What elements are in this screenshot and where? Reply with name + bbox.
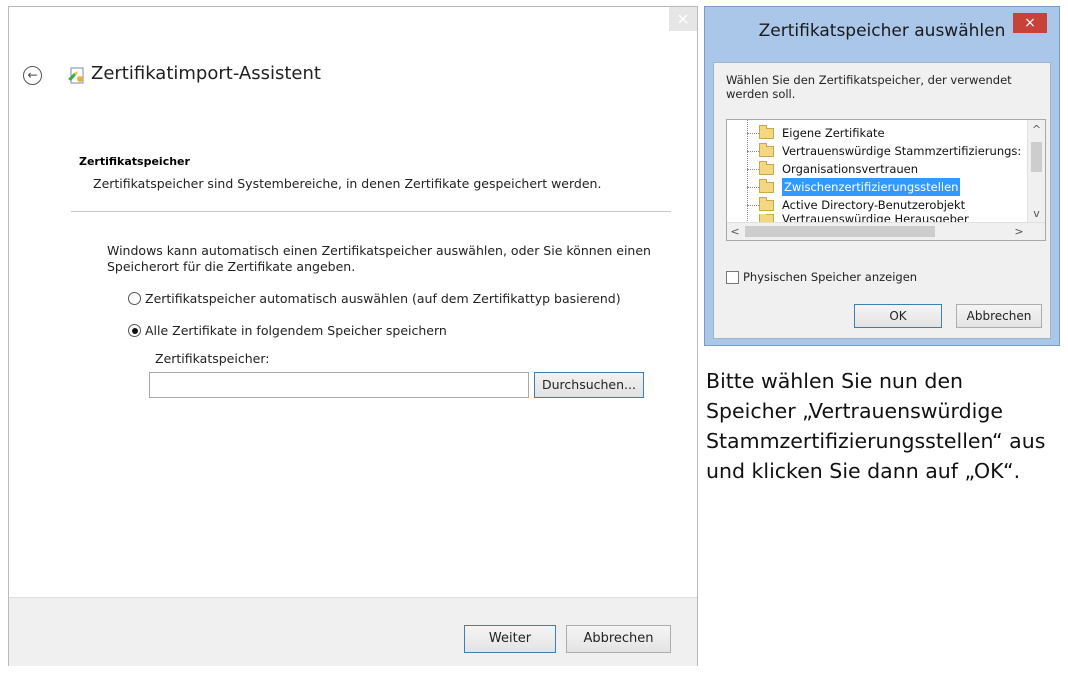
folder-icon: [759, 124, 774, 139]
radio-auto-indicator[interactable]: [128, 292, 141, 305]
folder-icon: [759, 178, 774, 193]
tree-item[interactable]: Organisationsvertrauen: [759, 160, 918, 178]
radio-auto-select[interactable]: Zertifikatspeicher automatisch auswählen…: [128, 291, 621, 306]
scroll-right-icon[interactable]: >: [1011, 223, 1027, 240]
dialog-prompt: Wählen Sie den Zertifikatspeicher, der v…: [726, 73, 1012, 101]
show-physical-store[interactable]: Physischen Speicher anzeigen: [726, 270, 917, 284]
wizard-footer: Weiter Abbrechen: [9, 597, 697, 666]
scroll-left-icon[interactable]: <: [727, 223, 743, 240]
show-physical-checkbox[interactable]: [726, 270, 739, 284]
separator: [71, 211, 671, 212]
scroll-down-icon[interactable]: v: [1028, 206, 1045, 222]
certificate-wizard-icon: [68, 67, 84, 84]
tree-item-label: Eigene Zertifikate: [782, 126, 885, 140]
tree-connector: [747, 133, 759, 134]
scroll-up-icon[interactable]: ^: [1028, 122, 1045, 138]
vertical-scrollbar[interactable]: ^ v: [1027, 120, 1045, 223]
show-physical-label: Physischen Speicher anzeigen: [743, 270, 918, 284]
tree-connector: [747, 120, 748, 225]
section-title: Zertifikatspeicher: [79, 155, 190, 168]
browse-button[interactable]: Durchsuchen...: [534, 372, 644, 398]
horizontal-scrollbar[interactable]: < >: [727, 222, 1045, 240]
back-arrow-icon[interactable]: ←: [23, 66, 42, 85]
dialog-cancel-button[interactable]: Abbrechen: [956, 304, 1042, 328]
tree-connector: [747, 169, 759, 170]
tree-item[interactable]: Active Directory-Benutzerobjekt: [759, 196, 965, 214]
tree-item-selected[interactable]: Zwischenzertifizierungsstellen: [759, 178, 961, 196]
section-description: Zertifikatspeicher sind Systembereiche, …: [93, 176, 602, 191]
wizard-title: Zertifikatimport-Assistent: [91, 63, 321, 84]
folder-icon: [759, 196, 774, 211]
scroll-thumb[interactable]: [745, 226, 935, 237]
tree-connector: [747, 205, 759, 206]
close-button[interactable]: ×: [669, 7, 697, 31]
intro-text: Windows kann automatisch einen Zertifika…: [107, 243, 651, 274]
ok-button[interactable]: OK: [854, 304, 942, 328]
store-field-label: Zertifikatspeicher:: [155, 351, 270, 366]
select-store-dialog: Zertifikatspeicher auswählen × Wählen Si…: [704, 6, 1060, 346]
instruction-text: Bitte wählen Sie nun den Speicher „Vertr…: [706, 369, 1046, 483]
dialog-title: Zertifikatspeicher auswählen: [758, 21, 1006, 41]
tree-item-label: Organisationsvertrauen: [782, 162, 919, 176]
next-button[interactable]: Weiter: [464, 625, 556, 653]
folder-icon: [759, 142, 774, 157]
tree-item-label: Active Directory-Benutzerobjekt: [782, 198, 966, 212]
folder-icon: [759, 160, 774, 175]
tree-item[interactable]: Vertrauenswürdige Stammzertifizierungs:: [759, 142, 1021, 160]
certificate-import-wizard: × ← Zertifikatimport-Assistent Zertifika…: [8, 6, 698, 666]
dialog-close-button[interactable]: ×: [1013, 13, 1047, 33]
tree-connector: [747, 187, 759, 188]
cancel-button[interactable]: Abbrechen: [566, 625, 671, 653]
store-tree[interactable]: Eigene Zertifikate Vertrauenswürdige Sta…: [726, 119, 1046, 241]
tree-item[interactable]: Eigene Zertifikate: [759, 124, 885, 142]
tree-item-label: Vertrauenswürdige Stammzertifizierungs:: [782, 144, 1022, 158]
radio-manual-indicator[interactable]: [128, 324, 141, 337]
tree-item-label: Zwischenzertifizierungsstellen: [782, 178, 961, 196]
store-input[interactable]: [149, 372, 529, 398]
scroll-thumb[interactable]: [1031, 142, 1042, 172]
tree-connector: [747, 151, 759, 152]
dialog-body: Wählen Sie den Zertifikatspeicher, der v…: [713, 62, 1051, 339]
radio-manual-store[interactable]: Alle Zertifikate in folgendem Speicher s…: [128, 323, 447, 338]
radio-auto-label: Zertifikatspeicher automatisch auswählen…: [145, 291, 621, 306]
radio-manual-label: Alle Zertifikate in folgendem Speicher s…: [145, 323, 447, 338]
